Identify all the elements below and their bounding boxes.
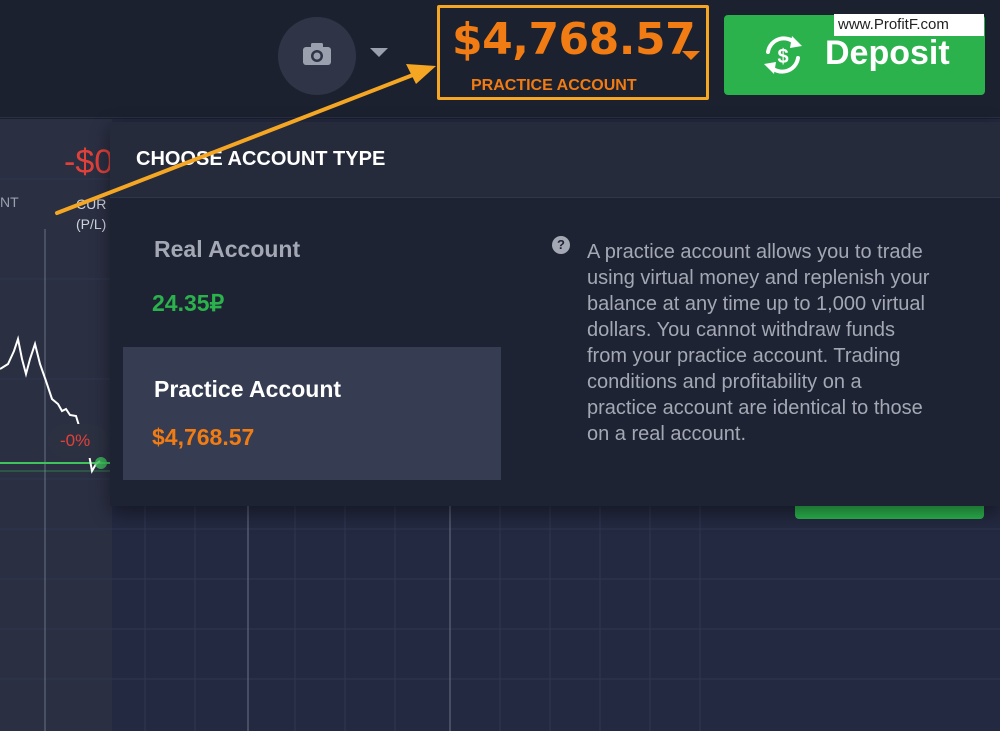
- dropdown-title: CHOOSE ACCOUNT TYPE: [136, 148, 386, 170]
- help-text: A practice account allows you to trade u…: [587, 241, 930, 445]
- svg-text:$: $: [777, 46, 788, 68]
- pnl-label-line1: CUR: [76, 196, 107, 212]
- account-balance: 24.35₽: [152, 290, 225, 316]
- pnl-label-line2: (P/L): [76, 216, 107, 232]
- account-balance: $4,768.57: [152, 424, 255, 450]
- chevron-down-icon: [682, 51, 700, 60]
- investment-label: NT: [0, 194, 19, 210]
- account-option-practice[interactable]: Practice Account $4,768.57: [123, 347, 501, 480]
- chevron-down-icon[interactable]: [370, 48, 388, 57]
- percent-badge: -0%: [48, 424, 108, 458]
- question-icon: ?: [552, 236, 570, 254]
- screenshot-button[interactable]: [278, 17, 356, 95]
- top-bar: $4,768.57 PRACTICE ACCOUNT $ Deposit www…: [0, 0, 1000, 118]
- deposit-label: Deposit: [825, 34, 950, 72]
- current-pl-label: CUR (P/L): [76, 194, 106, 234]
- account-type-label: PRACTICE ACCOUNT: [471, 77, 637, 94]
- pnl-value: -$0: [64, 143, 114, 181]
- account-name: Practice Account: [154, 376, 342, 402]
- camera-icon: [302, 42, 332, 70]
- watermark-text: www.ProfitF.com: [834, 14, 984, 36]
- account-option-real[interactable]: Real Account 24.35₽: [123, 213, 501, 346]
- hidden-green-button: [795, 505, 984, 519]
- dollar-refresh-icon: $: [760, 32, 806, 82]
- balance-amount: $4,768.57: [452, 14, 696, 65]
- account-balance-selector[interactable]: $4,768.57 PRACTICE ACCOUNT: [437, 5, 709, 100]
- account-name: Real Account: [154, 236, 301, 262]
- dropdown-header: CHOOSE ACCOUNT TYPE: [110, 122, 1000, 198]
- account-type-dropdown: CHOOSE ACCOUNT TYPE Real Account 24.35₽ …: [110, 122, 1000, 506]
